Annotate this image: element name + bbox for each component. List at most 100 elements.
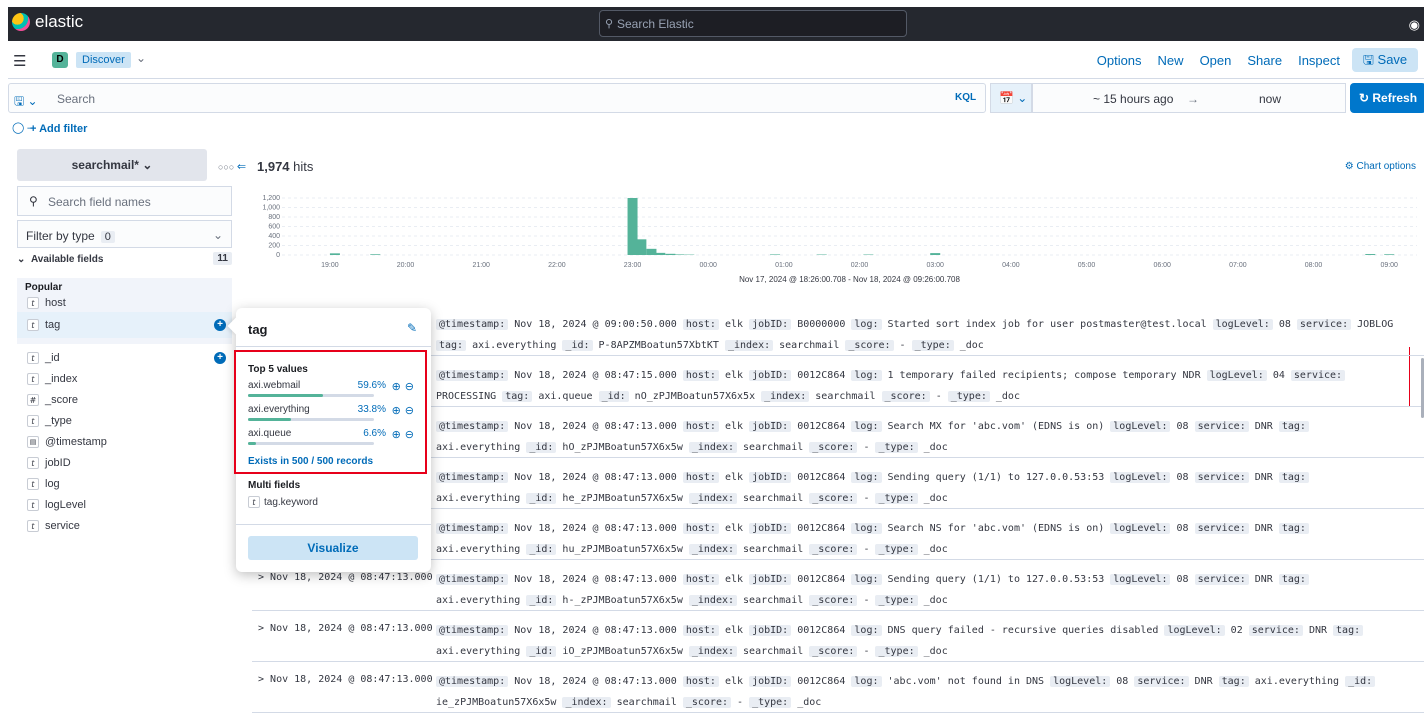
menu-open[interactable]: Open: [1200, 53, 1232, 68]
field-key: _score:: [809, 544, 857, 555]
field-key: _score:: [845, 340, 893, 351]
field-value: he_zPJMBoatun57X6x5w: [556, 493, 688, 504]
field-key: logLevel:: [1110, 574, 1170, 585]
menu-share[interactable]: Share: [1247, 53, 1282, 68]
document-row[interactable]: > Nov 18, 2024 @ 08:47:13.000@timestamp:…: [252, 611, 1424, 662]
field-key: _type:: [912, 340, 954, 351]
menu-inspect[interactable]: Inspect: [1298, 53, 1340, 68]
field-value: _doc: [791, 697, 821, 708]
histogram-bar: [628, 198, 638, 255]
field-name: log: [45, 478, 60, 490]
query-input[interactable]: 🖫 ⌄ Search KQL: [8, 83, 986, 113]
row-timestamp-text: Nov 18, 2024 @ 08:47:13.000: [270, 623, 433, 634]
field-key: host:: [683, 472, 719, 483]
menu-new[interactable]: New: [1158, 53, 1184, 68]
document-row[interactable]: > Nov 18, 2024 @ 08:47:13.000@timestamp:…: [252, 662, 1424, 713]
field-value: _doc: [918, 646, 948, 657]
popular-fields: Popular thost ttag+: [17, 278, 232, 344]
histogram-bar: [770, 254, 780, 255]
field-value: elk: [719, 676, 749, 687]
histogram-bar: [930, 253, 940, 255]
kql-toggle[interactable]: KQL: [955, 92, 976, 103]
menu-options[interactable]: Options: [1097, 53, 1142, 68]
field-key: log:: [851, 574, 881, 585]
field-_type[interactable]: t_type: [25, 411, 224, 432]
field-value: 0012C864: [791, 574, 851, 585]
global-search-input[interactable]: ⚲ Search Elastic: [599, 10, 907, 37]
field-name: tag: [45, 319, 60, 331]
y-tick-label: 600: [268, 224, 280, 231]
add-filter-button[interactable]: + Add filter: [30, 123, 87, 135]
field-value: axi.everything: [466, 340, 562, 351]
histogram-chart[interactable]: 1,2001,000800600400200019:0020:0021:0022…: [252, 188, 1424, 298]
field-value: 02: [1225, 625, 1249, 636]
field-value: -: [894, 340, 912, 351]
sidebar-options-icons[interactable]: ○○○ ⇐: [218, 160, 246, 173]
field-value: searchmail: [737, 544, 809, 555]
field-value: 08: [1170, 472, 1194, 483]
row-timestamp[interactable]: > Nov 18, 2024 @ 08:47:13.000: [258, 623, 433, 634]
field-name: host: [45, 297, 66, 309]
field-key: _type:: [749, 697, 791, 708]
date-quick-menu[interactable]: 📅 ⌄: [990, 83, 1032, 113]
saved-query-icon[interactable]: 🖫 ⌄: [14, 92, 38, 113]
time-end[interactable]: now: [1259, 92, 1281, 106]
field-service[interactable]: tservice: [25, 516, 224, 537]
query-bar: 🖫 ⌄ Search KQL 📅 ⌄ ~ 15 hours ago → now …: [8, 83, 1424, 115]
field-key: logLevel:: [1164, 625, 1224, 636]
chart-options-button[interactable]: ⚙ Chart options: [1345, 161, 1416, 172]
field-key: _index:: [761, 391, 809, 402]
help-icon[interactable]: ◉: [1409, 17, 1420, 33]
field-search-placeholder: Search field names: [48, 195, 151, 209]
field-name: _id: [45, 352, 60, 364]
field-key: logLevel:: [1207, 370, 1267, 381]
field-timestamp[interactable]: ▤@timestamp: [25, 432, 224, 453]
elastic-logo[interactable]: elastic: [12, 12, 83, 32]
field-key: log:: [851, 319, 881, 330]
row-timestamp[interactable]: > Nov 18, 2024 @ 08:47:13.000: [258, 572, 433, 583]
field-value: _doc: [918, 442, 948, 453]
field-key: jobID:: [749, 370, 791, 381]
visualize-button[interactable]: Visualize: [248, 536, 418, 560]
field-key: _index:: [689, 646, 737, 657]
field-value: DNR: [1249, 472, 1279, 483]
available-fields-header[interactable]: ⌄ Available fields 11: [17, 254, 232, 265]
field-log[interactable]: tlog: [25, 474, 224, 495]
filter-by-type[interactable]: Filter by type0 ⌄: [17, 220, 232, 248]
hits-count: 1,974 hits: [257, 159, 313, 174]
field-value: 08: [1170, 574, 1194, 585]
multi-fields-title: Multi fields: [248, 480, 300, 491]
field-key: @timestamp:: [436, 421, 508, 432]
field-tag[interactable]: ttag+: [17, 312, 232, 338]
refresh-button[interactable]: ↻ Refresh: [1350, 83, 1424, 113]
breadcrumb-discover[interactable]: Discover: [76, 52, 131, 68]
field-key: logLevel:: [1213, 319, 1273, 330]
add-field-icon[interactable]: +: [214, 352, 226, 364]
field-key: _id:: [562, 340, 592, 351]
field-_index[interactable]: t_index: [25, 369, 224, 390]
field-_score[interactable]: #_score: [25, 390, 224, 411]
field-_id[interactable]: t_id+: [25, 348, 224, 369]
save-button[interactable]: 🖫 Save: [1352, 48, 1418, 72]
field-logLevel[interactable]: tlogLevel: [25, 495, 224, 516]
row-timestamp[interactable]: > Nov 18, 2024 @ 08:47:13.000: [258, 674, 433, 685]
add-field-icon[interactable]: +: [214, 319, 226, 331]
histogram-bar: [646, 249, 656, 255]
chevron-down-icon[interactable]: ⌄: [136, 51, 146, 65]
field-jobID[interactable]: tjobID: [25, 453, 224, 474]
field-key: @timestamp:: [436, 472, 508, 483]
field-key: _index:: [725, 340, 773, 351]
search-icon: ⚲: [29, 194, 38, 208]
field-search-input[interactable]: ⚲ Search field names: [17, 186, 232, 216]
menu-icon[interactable]: ☰: [13, 52, 26, 70]
divider: [236, 346, 431, 347]
field-key: _score:: [882, 391, 930, 402]
field-host[interactable]: thost: [25, 295, 224, 312]
field-key: service:: [1249, 625, 1303, 636]
pencil-icon[interactable]: ✎: [407, 321, 417, 335]
index-pattern-select[interactable]: searchmail* ⌄: [17, 149, 207, 181]
field-value: axi.everything: [436, 646, 526, 657]
space-badge[interactable]: D: [52, 52, 68, 68]
field-value: -: [857, 544, 875, 555]
time-start[interactable]: ~ 15 hours ago: [1093, 92, 1173, 106]
